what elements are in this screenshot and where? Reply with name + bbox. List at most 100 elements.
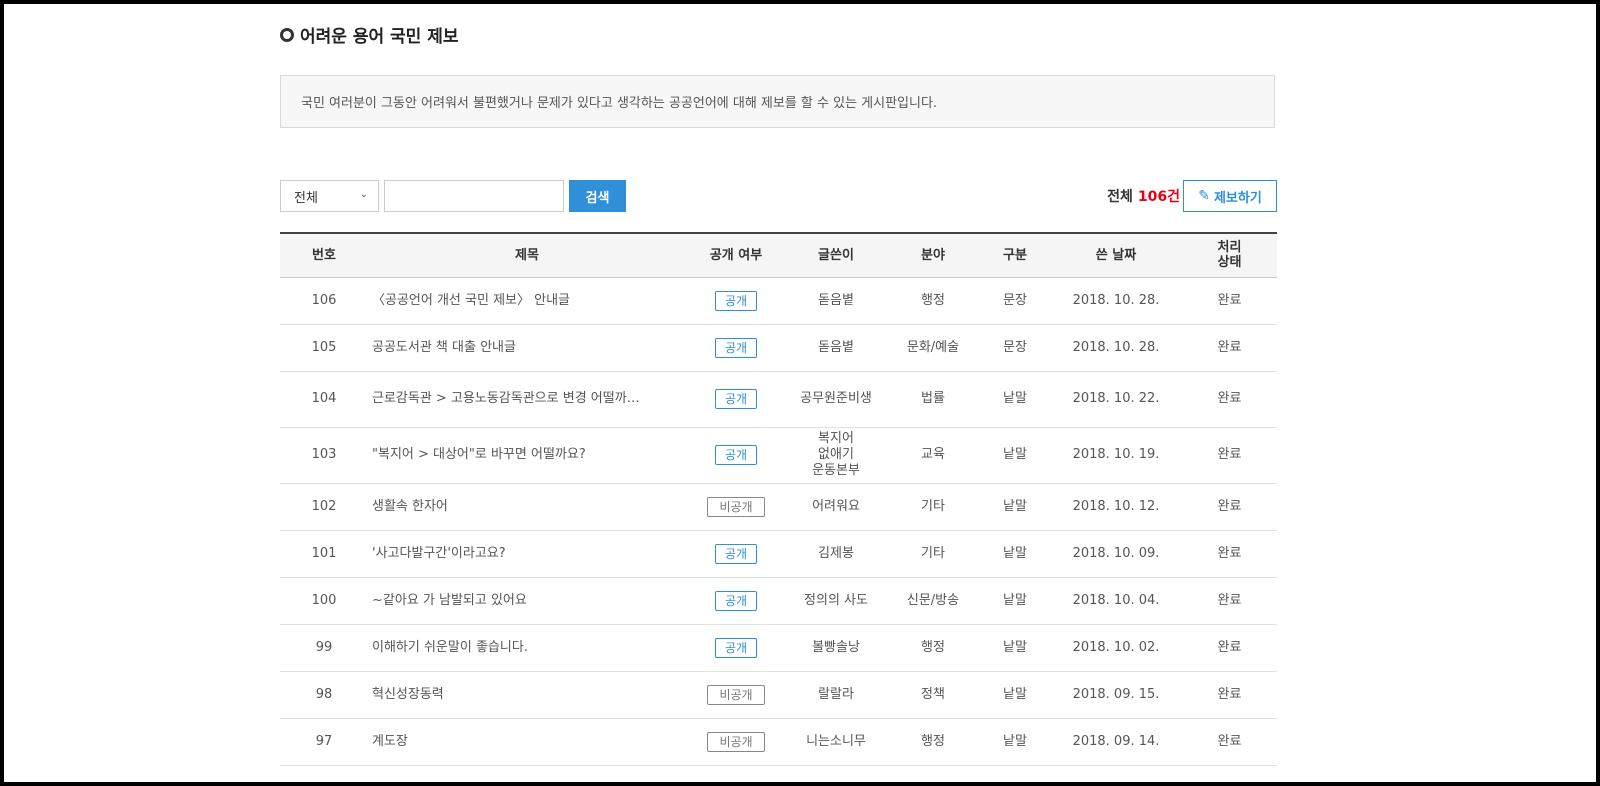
notice-text: 국민 여러분이 그동안 어려워서 불편했거나 문제가 있다고 생각하는 공공언어… [301, 96, 938, 111]
row-field-text: 교육 [921, 447, 945, 462]
table-row[interactable]: 102 생활속 한자어 비공개 어려워요 기타 낱말 2018. 10. 12. 완료 [280, 483, 1277, 531]
row-number-text: 104 [311, 391, 337, 406]
row-title[interactable]: ~같아요 가 남발되고 있어요 [368, 577, 686, 625]
table-row[interactable]: 104 근로감독관 > 고용노동감독관으로 변경 어떨까… 공개 공무원준비생 법률 낱말… [280, 371, 1277, 428]
report-button[interactable]: ✎ 제보하기 [1183, 180, 1277, 212]
row-title[interactable]: 〈공공언어 개선 국민 제보〉 안내글 [368, 277, 686, 325]
search-category-select[interactable]: 전체 ⌄ [280, 180, 379, 212]
row-date: 2018. 10. 12. [1050, 483, 1182, 531]
notice-box: 국민 여러분이 그동안 어려워서 불편했거나 문제가 있다고 생각하는 공공언어… [280, 75, 1275, 128]
row-field: 교육 [886, 427, 980, 484]
row-number-text: 100 [311, 592, 337, 608]
row-author: 돋음볕 [786, 324, 886, 372]
row-status-text: 완료 [1217, 498, 1242, 514]
row-title[interactable]: 계도장 [368, 718, 686, 766]
row-date-text: 2018. 10. 12. [1072, 498, 1160, 514]
row-title[interactable]: 혁신성장동력 [368, 671, 686, 719]
row-author-text: 정의의 사도 [804, 592, 868, 608]
row-status-text: 완료 [1217, 447, 1242, 462]
table-row[interactable]: 105 공공도서관 책 대출 안내글 공개 돋음볕 문화/예술 문장 2018. 10. 2… [280, 324, 1277, 372]
row-type: 낱말 [980, 427, 1050, 484]
row-date-text: 2018. 10. 28. [1072, 339, 1160, 355]
row-title[interactable]: 근로감독관 > 고용노동감독관으로 변경 어떨까… [368, 371, 686, 428]
row-author-text: 김제봉 [818, 545, 854, 561]
row-status-text: 완료 [1217, 339, 1242, 355]
row-type: 문장 [980, 277, 1050, 325]
table-row[interactable]: 100 ~같아요 가 남발되고 있어요 공개 정의의 사도 신문/방송 낱말 2018. 1… [280, 577, 1277, 625]
row-author-text: 어려워요 [812, 498, 860, 514]
row-type: 문장 [980, 324, 1050, 372]
row-title-link[interactable]: 혁신성장동력 [372, 687, 444, 702]
visibility-badge: 비공개 [707, 496, 765, 517]
row-open-status: 공개 [686, 277, 786, 325]
page-title-text: 어려운 용어 국민 제보 [300, 27, 459, 47]
row-title-link[interactable]: 생활속 한자어 [372, 499, 448, 514]
row-status-text: 완료 [1217, 391, 1242, 406]
search-button[interactable]: 검색 [569, 180, 626, 212]
row-type-text: 낱말 [1003, 733, 1027, 749]
row-author: 랄랄라 [786, 671, 886, 719]
row-field-text: 신문/방송 [906, 592, 960, 608]
search-input[interactable] [384, 180, 564, 212]
row-title-link[interactable]: 계도장 [372, 734, 408, 749]
chevron-down-icon: ⌄ [359, 189, 368, 200]
row-number: 99 [280, 624, 368, 672]
row-type-text: 낱말 [1003, 447, 1027, 462]
visibility-badge: 공개 [715, 389, 757, 409]
row-title-link[interactable]: 이해하기 쉬운말이 좋습니다. [372, 640, 528, 655]
row-number-text: 97 [315, 733, 333, 749]
row-author: 어려워요 [786, 483, 886, 531]
row-field-text: 기타 [921, 498, 945, 514]
row-type: 낱말 [980, 718, 1050, 766]
visibility-badge: 공개 [715, 337, 757, 358]
table-row[interactable]: 103 "복지어 > 대상어"로 바꾸면 어떨까요? 공개 복지어 없애기 운동본부 교… [280, 427, 1277, 484]
header-field: 분야 [886, 233, 980, 278]
row-date: 2018. 10. 28. [1050, 277, 1182, 325]
row-title[interactable]: 생활속 한자어 [368, 483, 686, 531]
row-author-text: 공무원준비생 [800, 391, 872, 406]
row-status: 완료 [1182, 671, 1277, 719]
row-number-text: 99 [315, 639, 333, 655]
row-open-status: 공개 [686, 577, 786, 625]
visibility-badge: 공개 [715, 637, 757, 658]
row-title-link[interactable]: 〈공공언어 개선 국민 제보〉 안내글 [372, 293, 570, 308]
table-row[interactable]: 101 '사고다발구간'이라고요? 공개 김제봉 기타 낱말 2018. 10. 09. 완료 [280, 530, 1277, 578]
row-author: 공무원준비생 [786, 371, 886, 428]
row-author: 정의의 사도 [786, 577, 886, 625]
row-type-text: 낱말 [1003, 592, 1027, 608]
row-title-link[interactable]: '사고다발구간'이라고요? [372, 546, 506, 561]
row-author: 돋음볕 [786, 277, 886, 325]
row-type: 낱말 [980, 371, 1050, 428]
row-title-link[interactable]: ~같아요 가 남발되고 있어요 [372, 593, 527, 608]
row-title[interactable]: 이해하기 쉬운말이 좋습니다. [368, 624, 686, 672]
row-number-text: 98 [315, 686, 333, 702]
table-row[interactable]: 98 혁신성장동력 비공개 랄랄라 정책 낱말 2018. 09. 15. 완료 [280, 671, 1277, 719]
visibility-badge: 공개 [715, 543, 757, 564]
table-row[interactable]: 97 계도장 비공개 니는소니무 행정 낱말 2018. 09. 14. 완료 [280, 718, 1277, 766]
row-title[interactable]: 공공도서관 책 대출 안내글 [368, 324, 686, 372]
row-field: 행정 [886, 718, 980, 766]
row-number-text: 103 [311, 447, 337, 462]
row-status: 완료 [1182, 371, 1277, 428]
table-row[interactable]: 106 〈공공언어 개선 국민 제보〉 안내글 공개 돋음볕 행정 문장 2018. 10.… [280, 277, 1277, 325]
row-field: 기타 [886, 483, 980, 531]
row-field-text: 기타 [921, 545, 945, 561]
header-open: 공개 여부 [686, 233, 786, 278]
row-title-link[interactable]: 근로감독관 > 고용노동감독관으로 변경 어떨까… [372, 391, 640, 406]
row-open-status: 공개 [686, 624, 786, 672]
row-title-link[interactable]: "복지어 > 대상어"로 바꾸면 어떨까요? [372, 447, 586, 462]
table-row[interactable]: 99 이해하기 쉬운말이 좋습니다. 공개 볼빵솔낭 행정 낱말 2018. 10. 02.… [280, 624, 1277, 672]
row-field-text: 법률 [921, 391, 945, 406]
row-author-text: 돋음볕 [818, 292, 854, 308]
visibility-badge: 공개 [715, 590, 757, 611]
header-status: 처리 상태 [1182, 233, 1277, 278]
row-field-text: 행정 [921, 292, 945, 308]
row-title-link[interactable]: 공공도서관 책 대출 안내글 [372, 340, 516, 355]
row-title[interactable]: '사고다발구간'이라고요? [368, 530, 686, 578]
row-number: 103 [280, 427, 368, 484]
row-author-text: 복지어 없애기 운동본부 [812, 431, 860, 478]
row-open-status: 공개 [686, 427, 786, 484]
row-title[interactable]: "복지어 > 대상어"로 바꾸면 어떨까요? [368, 427, 686, 484]
row-number: 97 [280, 718, 368, 766]
row-number: 106 [280, 277, 368, 325]
